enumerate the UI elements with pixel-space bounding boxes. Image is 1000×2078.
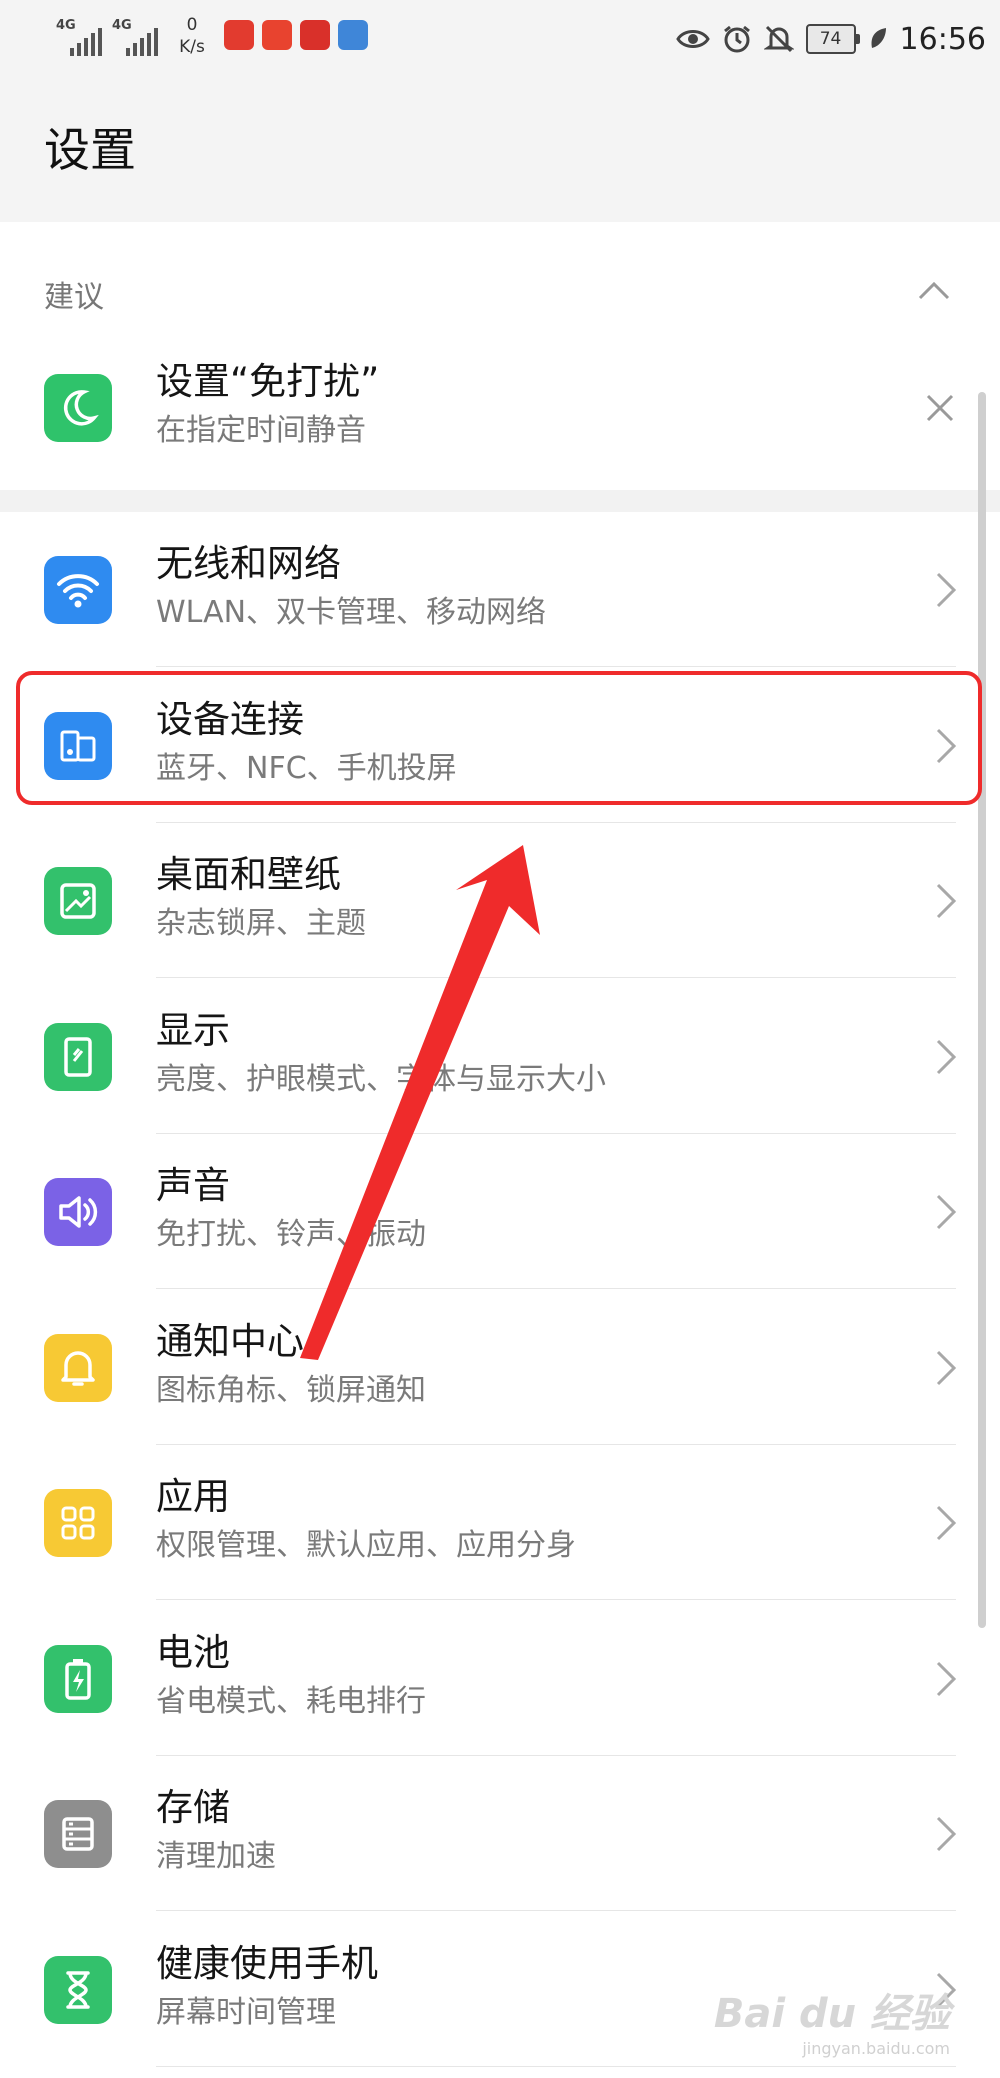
page-title: 设置 <box>44 123 136 177</box>
chevron-right-icon <box>932 1659 960 1699</box>
settings-item-title: 无线和网络 <box>156 542 341 585</box>
settings-item-subtitle: 清理加速 <box>156 1839 276 1874</box>
settings-item-subtitle: 图标角标、锁屏通知 <box>156 1372 426 1408</box>
settings-item-subtitle: 权限管理、默认应用、应用分身 <box>156 1528 576 1563</box>
settings-item-wireless[interactable]: 无线和网络 WLAN、双卡管理、移动网络 <box>0 512 1000 667</box>
settings-item-title: 通知中心 <box>156 1319 304 1363</box>
notification-icons <box>224 20 368 50</box>
settings-item-sound[interactable]: 声音免打扰、铃声、振动 <box>0 1134 1000 1289</box>
battery-icon <box>44 1644 112 1713</box>
settings-item-title: 存储 <box>156 1786 230 1829</box>
battery-indicator: 74 <box>805 24 860 54</box>
chevron-right-icon <box>932 1348 960 1388</box>
wallpaper-icon <box>44 867 112 935</box>
settings-item-title: 显示 <box>156 1008 230 1052</box>
settings-item-subtitle: 免打扰、铃声、振动 <box>156 1217 426 1252</box>
settings-item-title: 桌面和壁纸 <box>156 853 341 896</box>
mute-bell-icon <box>763 25 794 53</box>
settings-item-title: 电池 <box>156 1630 230 1674</box>
eye-comfort-icon <box>675 30 710 48</box>
stock-app-icon <box>224 20 254 50</box>
apps-grid-icon <box>44 1489 112 1557</box>
section-header-suggestions: 建议 <box>44 280 104 315</box>
chevron-right-icon <box>932 1192 960 1232</box>
suggestion-do-not-disturb[interactable]: 设置“免打扰” 在指定时间静音 <box>0 334 1000 484</box>
chevron-right-icon <box>932 570 960 610</box>
watermark: Bai du 经验 jingyan.baidu.com <box>713 1991 950 2058</box>
settings-item-display[interactable]: 显示亮度、护眼模式、字体与显示大小 <box>0 979 1000 1134</box>
settings-item-title: 应用 <box>156 1475 230 1518</box>
settings-item-subtitle: 杂志锁屏、主题 <box>156 906 366 941</box>
speaker-icon <box>44 1178 112 1246</box>
bell-icon <box>44 1333 112 1402</box>
settings-item-subtitle: 亮度、护眼模式、字体与显示大小 <box>156 1061 606 1097</box>
clock: 16:56 <box>899 21 986 57</box>
chevron-right-icon <box>932 1037 960 1077</box>
hourglass-icon <box>44 1955 112 2024</box>
section-divider <box>0 490 1000 512</box>
settings-item-battery[interactable]: 电池省电模式、耗电排行 <box>0 1601 1000 1756</box>
leaf-icon <box>871 28 886 48</box>
display-icon <box>44 1022 112 1091</box>
chevron-right-icon <box>932 1503 960 1543</box>
close-icon[interactable] <box>920 388 960 428</box>
chevron-right-icon <box>932 1814 960 1854</box>
settings-item-title: 健康使用手机 <box>156 1941 378 1985</box>
moon-icon <box>44 374 112 442</box>
suggestion-subtitle: 在指定时间静音 <box>156 413 366 448</box>
trend-app-icon <box>300 20 330 50</box>
title-bar: 设置 <box>0 78 1000 222</box>
settings-item-subtitle: 省电模式、耗电排行 <box>156 1683 426 1719</box>
suggestion-title: 设置“免打扰” <box>156 360 380 403</box>
network-speed: 0 K/s <box>179 15 205 57</box>
suggestions-section: 建议 设置“免打扰” 在指定时间静音 <box>0 222 1000 490</box>
wifi-icon <box>44 556 112 624</box>
scrollbar[interactable] <box>978 392 986 1628</box>
settings-item-apps[interactable]: 应用权限管理、默认应用、应用分身 <box>0 1445 1000 1600</box>
storage-icon <box>44 1800 112 1868</box>
settings-item-storage[interactable]: 存储 清理加速 <box>0 1756 1000 1911</box>
chevron-right-icon <box>932 881 960 921</box>
chart-app-icon <box>338 20 368 50</box>
chevron-up-icon[interactable] <box>914 270 954 310</box>
divider <box>156 2065 956 2067</box>
settings-item-notifications[interactable]: 通知中心图标角标、锁屏通知 <box>0 1290 1000 1445</box>
settings-item-subtitle: 屏幕时间管理 <box>156 1994 336 2030</box>
alarm-icon <box>723 25 750 53</box>
settings-item-home-wallpaper[interactable]: 桌面和壁纸杂志锁屏、主题 <box>0 823 1000 978</box>
status-bar: 4G 4G 0 K/s 74 16:56 <box>0 0 1000 78</box>
settings-item-subtitle: WLAN、双卡管理、移动网络 <box>156 595 547 630</box>
settings-item-title: 声音 <box>156 1164 230 1207</box>
highlight-box <box>16 671 982 805</box>
weibo-app-icon <box>262 20 292 50</box>
